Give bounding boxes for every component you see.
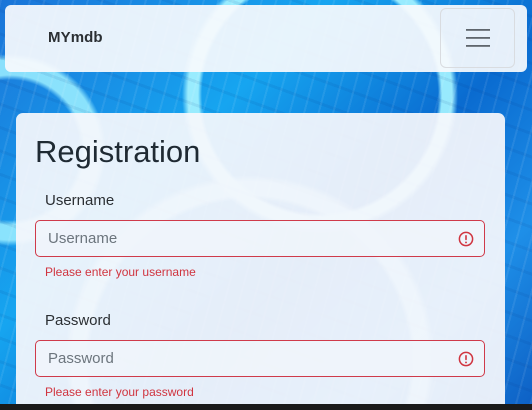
password-input[interactable] [36, 341, 484, 376]
hamburger-icon [465, 29, 490, 47]
navbar-toggler-button[interactable] [440, 8, 515, 68]
username-error: Please enter your username [45, 265, 196, 279]
username-field-wrapper [35, 220, 485, 257]
password-field-wrapper [35, 340, 485, 377]
navbar: MYmdb [5, 5, 527, 72]
username-label: Username [45, 192, 115, 209]
password-error: Please enter your password [45, 385, 194, 399]
bottom-edge [0, 404, 532, 410]
password-label: Password [45, 312, 111, 329]
invalid-icon [458, 231, 474, 247]
registration-card: Registration Username Please enter your … [16, 113, 505, 410]
brand-link[interactable]: MYmdb [48, 29, 103, 46]
invalid-icon [458, 351, 474, 367]
page-background: MYmdb Registration Username Please enter… [0, 0, 532, 410]
page-title: Registration [35, 134, 201, 169]
username-input[interactable] [36, 221, 484, 256]
